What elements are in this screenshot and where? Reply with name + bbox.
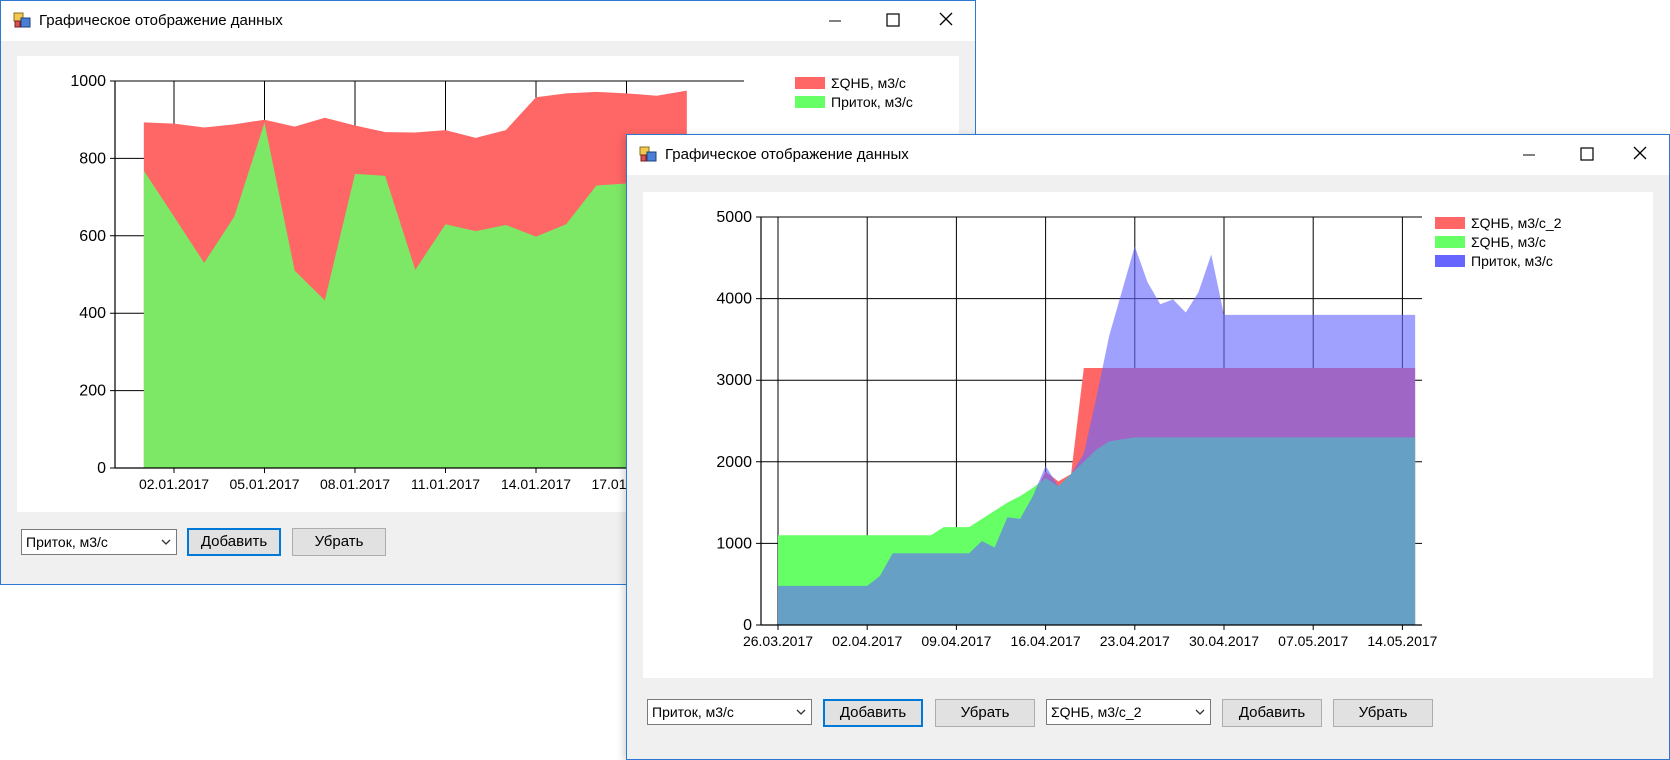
x-tick-label: 11.01.2017 xyxy=(411,476,480,492)
window-title: Графическое отображение данных xyxy=(39,12,283,29)
y-tick-label: 2000 xyxy=(716,454,752,471)
legend-swatch xyxy=(1435,236,1465,248)
legend-swatch xyxy=(795,77,825,89)
minimize-button[interactable] xyxy=(1503,135,1553,175)
add-button[interactable]: Добавить xyxy=(187,528,281,556)
x-tick-label: 26.03.2017 xyxy=(743,633,813,649)
y-tick-label: 0 xyxy=(743,617,752,634)
y-tick-label: 1000 xyxy=(70,73,106,90)
chevron-down-icon xyxy=(796,709,806,715)
maximize-icon xyxy=(1580,147,1594,161)
y-tick-label: 0 xyxy=(97,460,106,477)
remove-button-1[interactable]: Убрать xyxy=(935,699,1035,727)
legend-label: ΣQНБ, м3/с_2 xyxy=(1471,215,1562,231)
x-tick-label: 05.01.2017 xyxy=(229,476,299,492)
chart-area: 0 1000 2000 3000 4000 5000 26.03.2017 02.04.20… xyxy=(643,192,1653,678)
series-select-1[interactable]: Приток, м3/с xyxy=(647,699,812,725)
legend-label: ΣQНБ, м3/с xyxy=(831,75,906,91)
close-icon xyxy=(1633,146,1647,160)
y-tick-label: 200 xyxy=(79,383,106,400)
x-tick-label: 16.04.2017 xyxy=(1011,633,1081,649)
y-tick-label: 4000 xyxy=(716,291,752,308)
minimize-icon xyxy=(829,20,841,22)
close-button[interactable] xyxy=(1615,135,1665,175)
x-tick-label: 07.05.2017 xyxy=(1278,633,1348,649)
legend-swatch xyxy=(795,96,825,108)
legend-swatch xyxy=(1435,255,1465,267)
y-tick-label: 600 xyxy=(79,228,106,245)
series-select-value: Приток, м3/с xyxy=(26,534,108,550)
close-button[interactable] xyxy=(921,1,971,41)
y-tick-label: 800 xyxy=(79,150,106,167)
add-button-2[interactable]: Добавить xyxy=(1222,699,1322,727)
app-icon xyxy=(639,146,657,162)
y-tick-label: 1000 xyxy=(716,535,752,552)
legend-label: Приток, м3/с xyxy=(1471,253,1553,269)
series-select-2[interactable]: ΣQНБ, м3/с_2 xyxy=(1046,699,1211,725)
maximize-button[interactable] xyxy=(1561,135,1611,175)
app-icon xyxy=(13,12,31,28)
remove-button[interactable]: Убрать xyxy=(292,528,386,556)
add-button-1[interactable]: Добавить xyxy=(823,699,923,727)
minimize-icon xyxy=(1523,154,1535,156)
chevron-down-icon xyxy=(1195,709,1205,715)
legend-label: ΣQНБ, м3/с xyxy=(1471,234,1546,250)
maximize-button[interactable] xyxy=(867,1,917,41)
x-tick-label: 02.04.2017 xyxy=(832,633,902,649)
title-bar[interactable]: Графическое отображение данных xyxy=(627,135,1669,175)
title-bar[interactable]: Графическое отображение данных xyxy=(1,1,975,41)
series-select[interactable]: Приток, м3/с xyxy=(21,529,177,555)
legend-label: Приток, м3/с xyxy=(831,94,913,110)
maximize-icon xyxy=(886,13,900,27)
x-tick-label: 14.05.2017 xyxy=(1367,633,1437,649)
x-tick-label: 30.04.2017 xyxy=(1189,633,1259,649)
series-select-value: ΣQНБ, м3/с_2 xyxy=(1051,704,1142,720)
x-tick-label: 08.01.2017 xyxy=(320,476,390,492)
x-tick-label: 02.01.2017 xyxy=(139,476,209,492)
minimize-button[interactable] xyxy=(809,1,859,41)
y-tick-label: 3000 xyxy=(716,372,752,389)
x-tick-label: 09.04.2017 xyxy=(921,633,991,649)
y-tick-label: 400 xyxy=(79,305,106,322)
x-tick-label: 14.01.2017 xyxy=(501,476,571,492)
chart-svg: 0 1000 2000 3000 4000 5000 26.03.2017 02.04.20… xyxy=(716,209,1562,649)
series-select-value: Приток, м3/с xyxy=(652,704,734,720)
legend-swatch xyxy=(1435,217,1465,229)
remove-button-2[interactable]: Убрать xyxy=(1333,699,1433,727)
x-tick-label: 23.04.2017 xyxy=(1100,633,1170,649)
window-title: Графическое отображение данных xyxy=(665,146,909,163)
chart-window-2: Графическое отображение данных 0 1000 2000… xyxy=(626,134,1670,760)
close-icon xyxy=(939,12,953,26)
y-tick-label: 5000 xyxy=(716,209,752,226)
chevron-down-icon xyxy=(161,539,171,545)
